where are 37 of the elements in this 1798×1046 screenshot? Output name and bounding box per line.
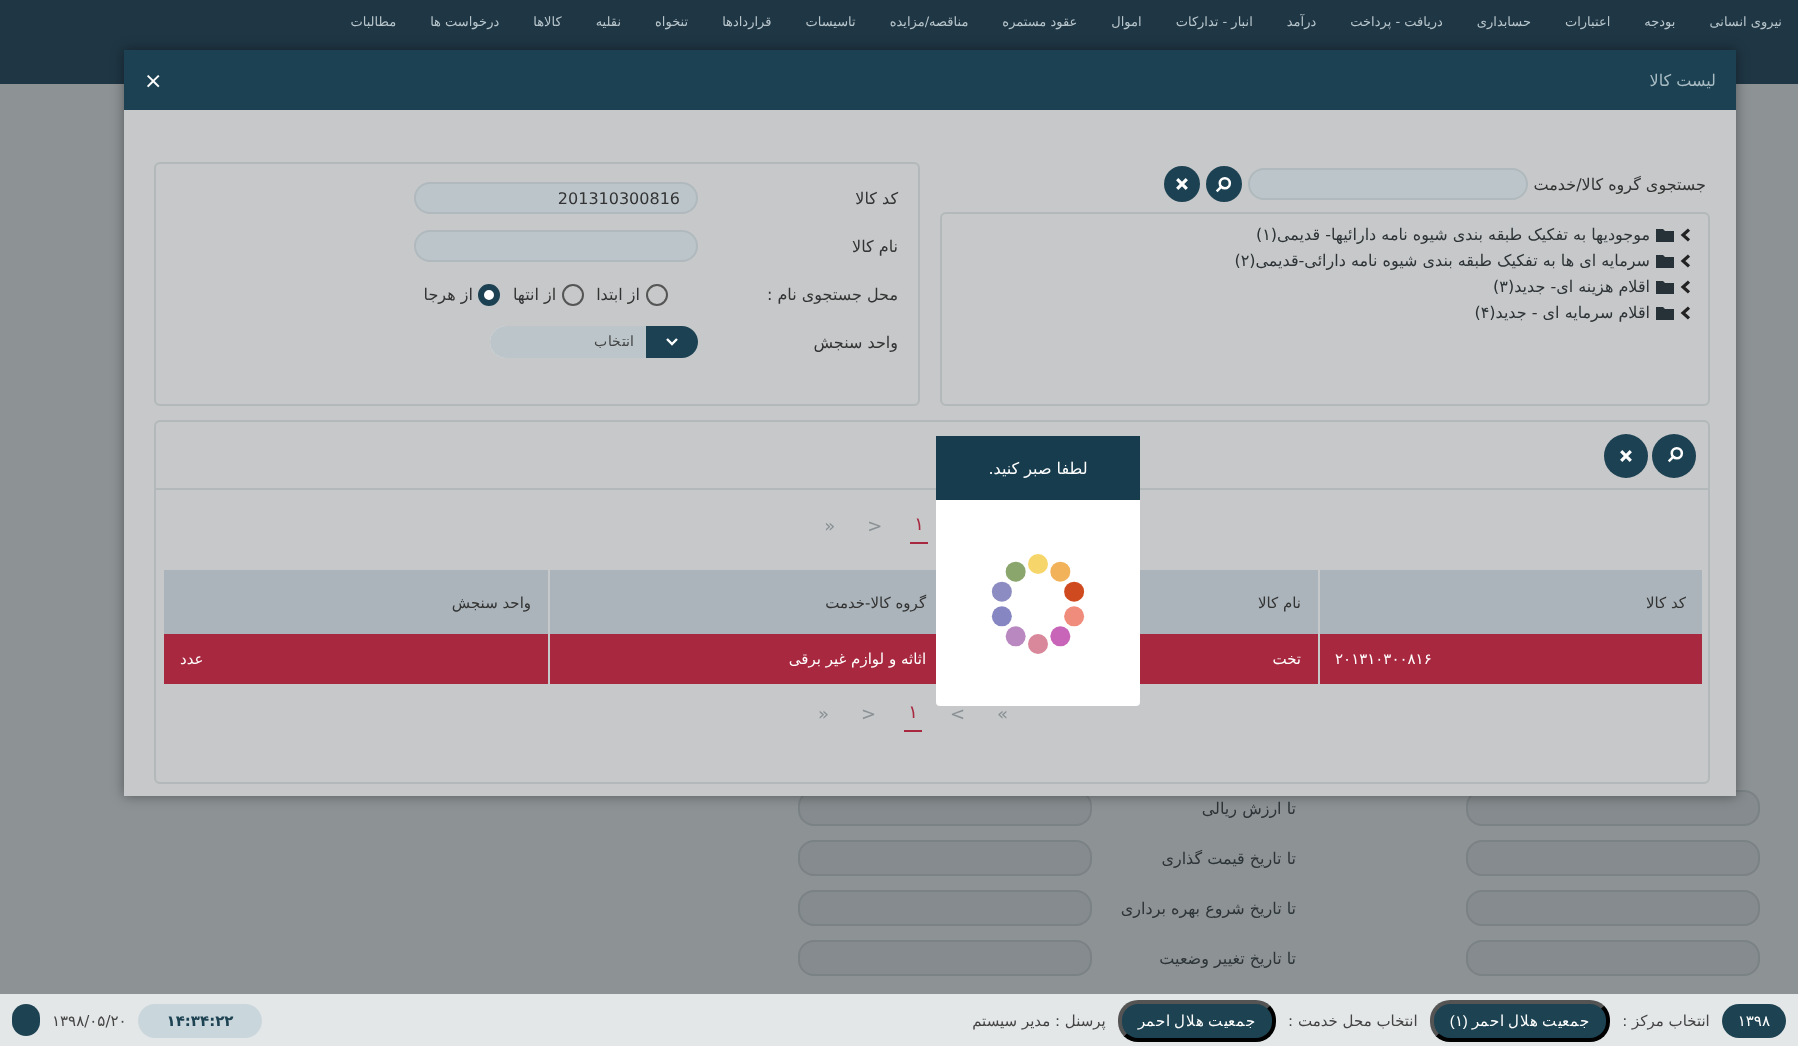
spinner-drawing — [990, 551, 1086, 655]
tree-item[interactable]: اقلام هزینه ای- جدید(۳) — [1493, 278, 1650, 296]
field-label: کد کالا — [853, 189, 900, 207]
close-icon — [1173, 176, 1190, 192]
field-label: تا تاریخ قیمت گذاری — [1159, 849, 1296, 867]
chevron-icon[interactable] — [1680, 228, 1692, 242]
page-button[interactable]: ۱ — [904, 704, 922, 732]
radio-option[interactable]: از انتها — [512, 283, 585, 305]
close-icon — [1618, 447, 1634, 463]
group-search-label: جستجوی گروه کالا/خدمت — [1533, 175, 1706, 193]
side-button[interactable] — [12, 1004, 40, 1036]
search-icon — [1214, 175, 1233, 193]
search-icon — [1665, 446, 1683, 464]
clear-button[interactable] — [1604, 433, 1648, 477]
chevron-icon[interactable] — [1680, 280, 1692, 294]
field-label: واحد سنجش — [811, 333, 900, 351]
field-label: تا ارزش ریالی — [1199, 799, 1296, 817]
page-button[interactable]: ۱ — [910, 516, 928, 544]
field-label: محل جستجوی نام : — [764, 285, 900, 303]
clear-button[interactable] — [1163, 166, 1200, 202]
chevron-icon[interactable] — [1680, 306, 1692, 320]
search-button[interactable] — [1652, 433, 1696, 477]
radio-option[interactable]: از هرجا — [423, 283, 501, 305]
search-button[interactable] — [1205, 166, 1242, 202]
radio-option[interactable]: از ابتدا — [596, 283, 668, 305]
code-field[interactable]: 201310300816 — [414, 182, 698, 214]
loading-title: لطفا صبر کنید. — [936, 436, 1140, 500]
dialog-title: لیست کالا — [1649, 71, 1716, 89]
field-label: تا تاریخ شروع بهره برداری — [1118, 899, 1296, 917]
tree-item[interactable]: سرمایه ای ها به تفکیک طبقه بندی شیوه نامه دارائی-قدیمی(۲) — [1234, 252, 1650, 270]
tree-item[interactable]: اقلام سرمایه ای - جدید(۴) — [1474, 304, 1650, 322]
field-label: نام کالا — [850, 237, 900, 255]
caret-icon — [666, 338, 678, 346]
tree-item[interactable]: موجودیها به تفکیک طبقه بندی شیوه نامه دارائیها- قدیمی(۱) — [1255, 226, 1650, 244]
close-button[interactable]: × — [144, 67, 163, 93]
field-label: تا تاریخ تغییر وضعیت — [1157, 949, 1296, 967]
chevron-icon[interactable] — [1680, 254, 1692, 268]
